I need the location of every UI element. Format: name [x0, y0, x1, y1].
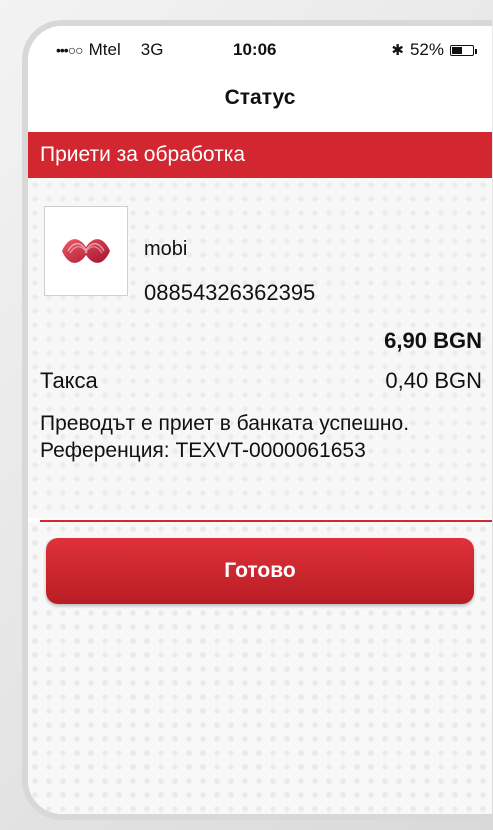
phone-frame: •••○○ Mtel 3G 10:06 ✱ 52% Статус Приети …: [22, 20, 492, 820]
section-header: Приети за обработка: [28, 132, 492, 178]
reference-line: Референция: TEXVT-0000061653: [40, 439, 366, 462]
battery-fill: [452, 46, 462, 54]
network-type: 3G: [140, 40, 164, 59]
page-title: Статус: [224, 86, 296, 109]
battery-icon: [450, 44, 477, 56]
merchant-id: 08854326362395: [144, 280, 316, 305]
status-bar-right: ✱ 52%: [391, 40, 477, 60]
battery-percent: 52%: [409, 40, 444, 59]
payment-amount: 6,90 BGN: [384, 328, 482, 353]
bluetooth-icon: ✱: [391, 42, 404, 59]
merchant-name: mobi: [144, 238, 188, 260]
battery-tip: [475, 48, 477, 54]
status-message: Преводът е приет в банката успешно. Рефе…: [40, 410, 480, 464]
status-message-line: Преводът е приет в банката успешно.: [40, 412, 410, 435]
mtel-logo-icon: [62, 239, 110, 263]
done-button[interactable]: Готово: [46, 538, 474, 604]
merchant-logo: [44, 206, 128, 296]
status-bar: •••○○ Mtel 3G 10:06 ✱ 52%: [28, 26, 492, 72]
payment-details: mobi 08854326362395 6,90 BGN Такса 0,40 …: [28, 178, 492, 518]
screen: •••○○ Mtel 3G 10:06 ✱ 52% Статус Приети …: [28, 26, 492, 814]
carrier-name: Mtel: [88, 40, 121, 59]
status-bar-left: •••○○ Mtel 3G: [56, 40, 163, 60]
fee-value: 0,40 BGN: [385, 368, 482, 393]
signal-strength-icon: •••○○: [56, 42, 84, 58]
clock: 10:06: [233, 40, 277, 59]
fee-label: Такса: [40, 368, 98, 393]
